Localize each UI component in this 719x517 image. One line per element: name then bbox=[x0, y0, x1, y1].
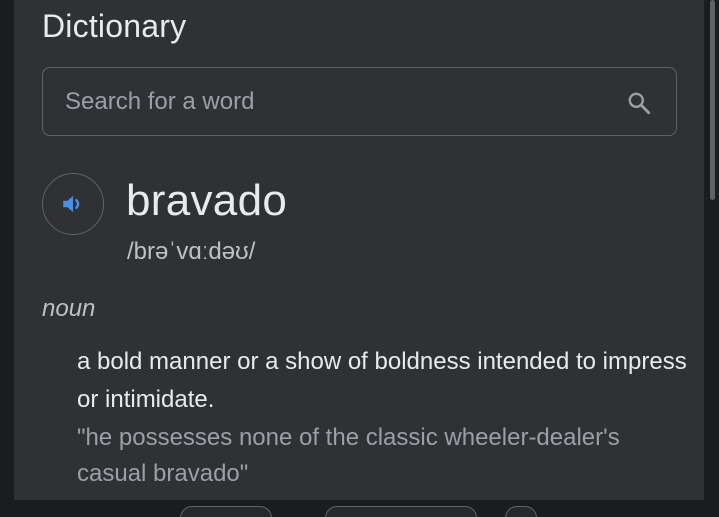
headword: bravado bbox=[126, 176, 288, 225]
speaker-icon bbox=[63, 195, 80, 213]
related-chip[interactable] bbox=[325, 506, 477, 517]
part-of-speech: noun bbox=[42, 295, 96, 322]
related-chip[interactable] bbox=[505, 506, 537, 517]
phonetic-spelling: /brəˈvɑːdəʊ/ bbox=[127, 238, 256, 265]
scrollbar[interactable] bbox=[710, 0, 715, 200]
search-icon[interactable] bbox=[626, 90, 652, 116]
search-placeholder: Search for a word bbox=[65, 88, 255, 115]
search-input[interactable]: Search for a word bbox=[42, 67, 677, 136]
pronounce-button[interactable] bbox=[42, 173, 104, 235]
related-chip[interactable] bbox=[180, 506, 272, 517]
page-background-left bbox=[0, 0, 14, 517]
definition-text: a bold manner or a show of boldness inte… bbox=[77, 348, 687, 413]
example-sentence: "he possesses none of the classic wheele… bbox=[77, 424, 620, 487]
card-title: Dictionary bbox=[42, 8, 187, 44]
